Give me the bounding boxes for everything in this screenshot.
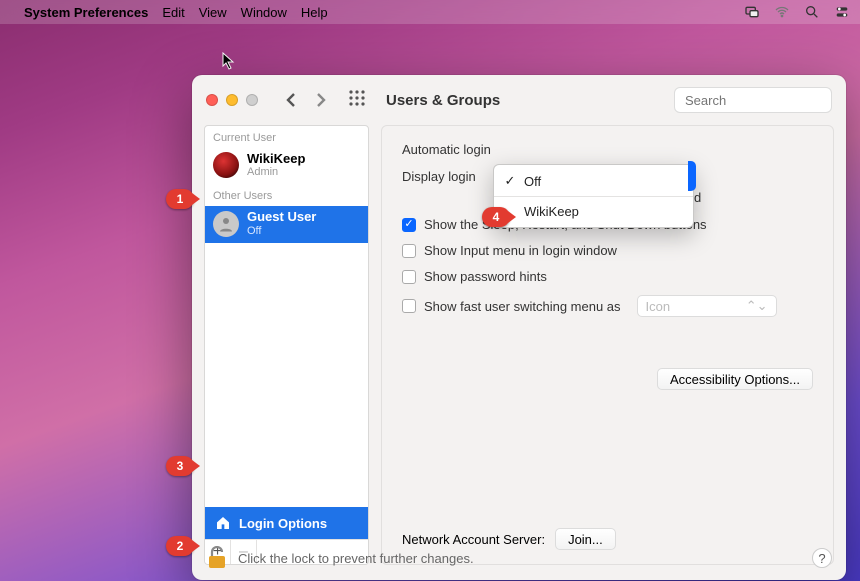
search-field[interactable] [674, 87, 832, 113]
fast-switching-value: Icon [646, 299, 671, 314]
users-sidebar: Current User WikiKeep Admin Other Users … [204, 125, 369, 565]
window-toolbar: Users & Groups [192, 75, 846, 125]
automatic-login-label: Automatic login [402, 142, 491, 157]
guest-avatar-icon [213, 211, 239, 237]
dropdown-item-wikikeep[interactable]: WikiKeep [494, 200, 693, 223]
fast-switching-select[interactable]: Icon ⌃⌄ [637, 295, 777, 317]
guest-user-role: Off [247, 225, 316, 237]
current-user-label: Current User [205, 126, 368, 148]
network-account-label: Network Account Server: [402, 532, 545, 547]
lock-icon[interactable] [206, 546, 228, 570]
mouse-cursor-icon [222, 52, 236, 70]
menubar: System Preferences Edit View Window Help [0, 0, 860, 24]
guest-user-name: Guest User [247, 210, 316, 224]
system-preferences-window: Users & Groups Current User WikiKeep Adm… [192, 75, 846, 580]
control-center-icon[interactable] [834, 4, 850, 20]
login-options-row[interactable]: Login Options [205, 507, 368, 539]
password-hints-checkbox[interactable] [402, 270, 416, 284]
guest-user-row[interactable]: Guest User Off [205, 206, 368, 242]
input-menu-checkbox[interactable] [402, 244, 416, 258]
wifi-icon[interactable] [774, 4, 790, 20]
window-controls [206, 94, 258, 106]
dropdown-handle-icon [688, 161, 696, 191]
help-button[interactable]: ? [812, 548, 832, 568]
lock-row: Click the lock to prevent further change… [206, 546, 832, 570]
login-options-label: Login Options [239, 516, 327, 531]
other-users-label: Other Users [205, 184, 368, 206]
annotation-badge-1: 1 [166, 189, 194, 209]
user-avatar-icon [213, 152, 239, 178]
house-icon [215, 515, 231, 531]
annotation-badge-4: 4 [482, 207, 510, 227]
chevron-updown-icon: ⌃⌄ [746, 298, 768, 314]
dropdown-item-label: WikiKeep [524, 204, 579, 219]
app-menu[interactable]: System Preferences [24, 5, 148, 20]
show-all-button[interactable] [348, 89, 366, 112]
back-button[interactable] [280, 88, 304, 112]
current-user-name: WikiKeep [247, 152, 305, 166]
forward-button[interactable] [308, 88, 332, 112]
display-login-label: Display login [402, 169, 476, 184]
dropdown-item-off[interactable]: ✓ Off [494, 169, 693, 193]
spotlight-icon[interactable] [804, 4, 820, 20]
edit-menu[interactable]: Edit [162, 5, 184, 20]
accessibility-options-button[interactable]: Accessibility Options... [657, 368, 813, 390]
view-menu[interactable]: View [199, 5, 227, 20]
automatic-login-dropdown[interactable]: ✓ Off WikiKeep [493, 164, 694, 228]
fast-switching-label: Show fast user switching menu as [424, 299, 621, 314]
window-menu[interactable]: Window [241, 5, 287, 20]
lock-text: Click the lock to prevent further change… [238, 551, 474, 566]
current-user-role: Admin [247, 166, 305, 178]
search-input[interactable] [685, 93, 860, 108]
password-hints-label: Show password hints [424, 269, 547, 284]
input-menu-label: Show Input menu in login window [424, 243, 617, 258]
close-window-button[interactable] [206, 94, 218, 106]
window-title: Users & Groups [386, 92, 500, 109]
current-user-row[interactable]: WikiKeep Admin [205, 148, 368, 184]
zoom-window-button[interactable] [246, 94, 258, 106]
annotation-badge-3: 3 [166, 456, 194, 476]
sleep-restart-checkbox[interactable] [402, 218, 416, 232]
help-menu[interactable]: Help [301, 5, 328, 20]
checkmark-icon: ✓ [504, 173, 516, 189]
screen-mirroring-icon[interactable] [744, 4, 760, 20]
annotation-badge-2: 2 [166, 536, 194, 556]
fast-switching-checkbox[interactable] [402, 299, 416, 313]
minimize-window-button[interactable] [226, 94, 238, 106]
dropdown-item-label: Off [524, 174, 541, 189]
